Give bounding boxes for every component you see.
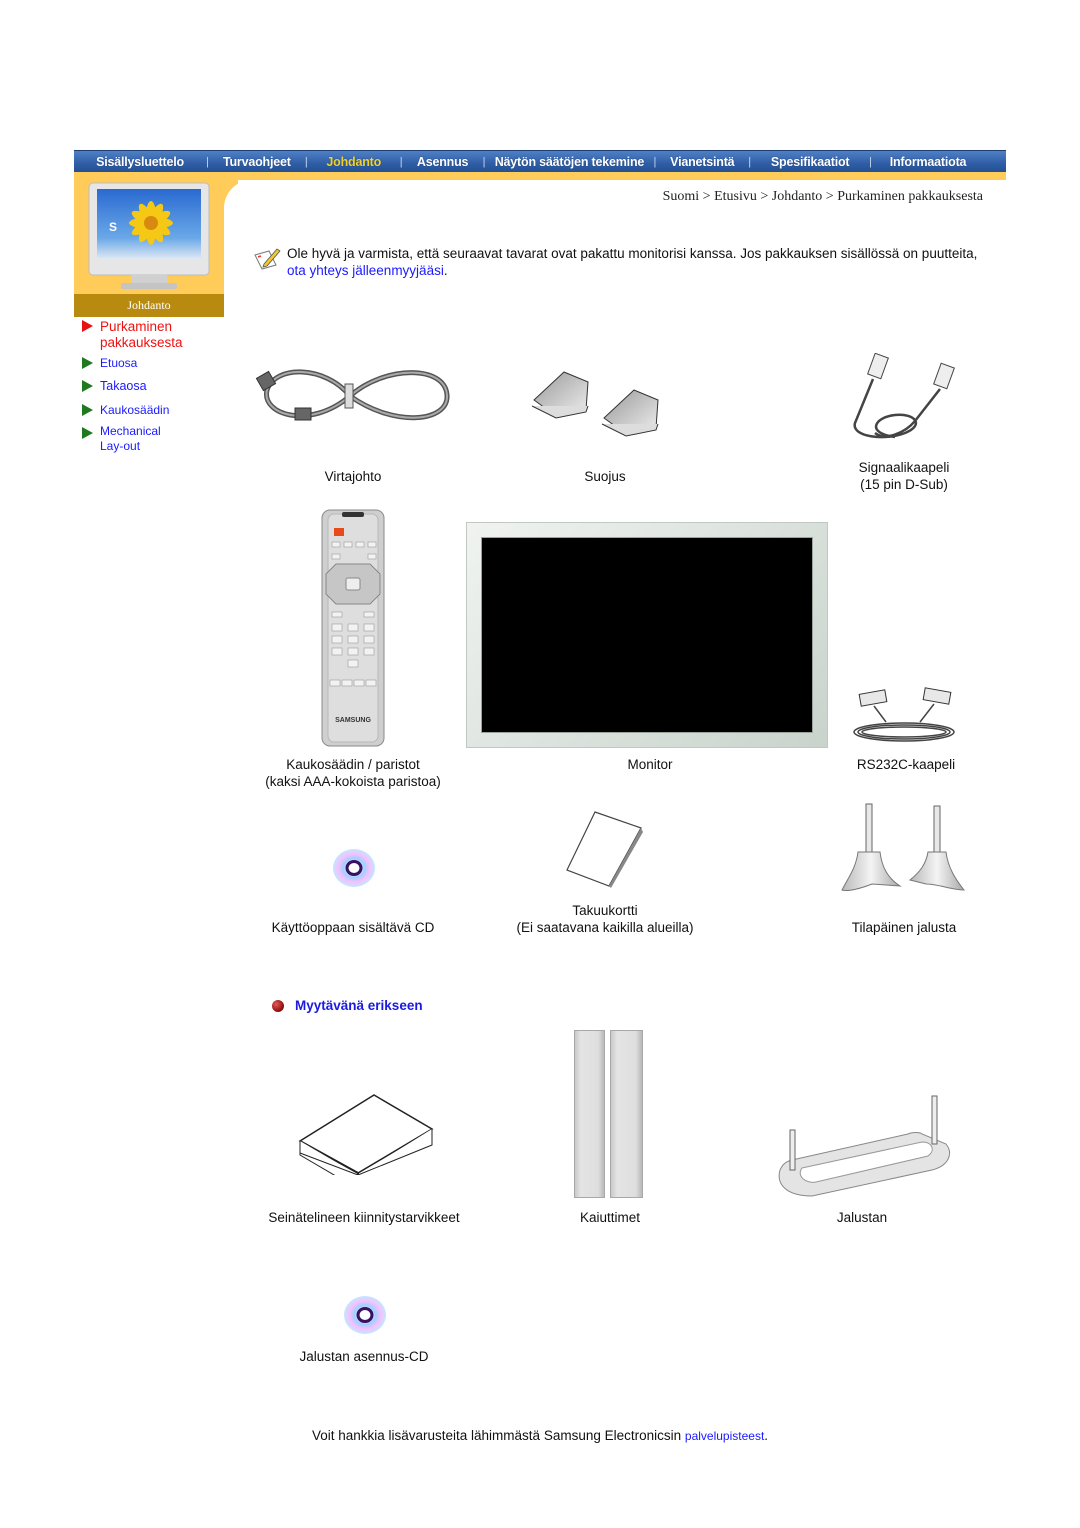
item-label: Signaalikaapeli (15 pin D-Sub) [858,460,950,492]
wall-mount-kit-image [298,1094,434,1175]
note-pencil-icon [254,248,281,270]
orange-band [224,172,1006,180]
footer-note: Voit hankkia lisävarusteita lähimmästä S… [0,1428,1080,1443]
stand-image [778,1095,950,1197]
item-warranty: Takuukortti (Ei saatavana kaikilla aluei… [490,902,720,936]
cd-icon [344,1296,386,1334]
sidebar-link-label: Takaosa [100,379,147,393]
item-temp-stand: Tilapäinen jalusta [829,919,979,936]
section-title: Myytävänä erikseen [295,998,423,1013]
item-label: RS232C-kaapeli [856,757,956,772]
nav-item-vianetsinta[interactable]: Vianetsintä [656,155,748,169]
sidebar-link-takaosa[interactable]: Takaosa [82,379,147,394]
sidebar-link-label: Mechanical Lay-out [100,424,161,453]
nav-item-johdanto[interactable]: Johdanto [308,155,400,169]
item-power-cord: Virtajohto [293,468,413,485]
footer-text: Voit hankkia lisävarusteita lähimmästä S… [311,1428,685,1443]
cover-image [531,371,659,437]
remote-control-image: SAMSUNG [321,509,385,747]
sidebar-caption: Johdanto [74,294,224,317]
monitor-screen [481,537,813,733]
sidebar-link-mechanical-layout[interactable]: Mechanical Lay-out [82,424,180,454]
cd-icon [333,849,375,887]
arrow-right-icon [82,380,93,392]
sidebar-link-label: Kaukosäädin [100,403,170,417]
service-point-link[interactable]: palvelupisteest [685,1429,764,1443]
item-signal-cable: Signaalikaapeli (15 pin D-Sub) [824,459,984,493]
temporary-stand-image [841,803,966,891]
item-label: Virtajohto [324,469,382,484]
item-manual-cd: Käyttöoppaan sisältävä CD [248,919,458,936]
item-label: Jalustan [836,1210,888,1225]
item-label: Käyttöoppaan sisältävä CD [271,920,435,935]
item-label: Monitor [627,757,673,772]
nav-item-naytton-saadot[interactable]: Näytön säätöjen tekemine [485,155,653,169]
item-label: Suojus [584,469,626,484]
item-speakers: Kaiuttimet [550,1209,670,1226]
monitor-illustration: S [88,182,210,289]
nav-item-spesifikaatiot[interactable]: Spesifikaatiot [751,155,869,169]
sidebar-link-etuosa[interactable]: Etuosa [82,356,137,371]
arrow-right-icon [82,357,93,369]
item-label: Seinätelineen kiinnitystarvikkeet [268,1210,460,1225]
sidebar-link-kaukosaadin[interactable]: Kaukosäädin [82,403,169,418]
item-monitor: Monitor [590,756,710,773]
arrow-right-icon [82,427,93,439]
item-wall-mount-kit: Seinätelineen kiinnitystarvikkeet [248,1209,480,1226]
contact-dealer-link[interactable]: ota yhteys jälleenmyyjääsi [287,263,444,278]
bullet-icon [272,999,284,1012]
nav-item-sisallysluettelo[interactable]: Sisällysluettelo [74,155,206,169]
nav-item-asennus[interactable]: Asennus [403,155,483,169]
speaker-right-image [610,1030,643,1198]
sold-separately-heading: Myytävänä erikseen [272,998,423,1013]
item-label: Tilapäinen jalusta [851,920,957,935]
intro-text-end: . [443,263,448,278]
item-label: Kaukosäädin / paristot (kaksi AAA-kokois… [265,757,441,789]
power-cord-image [255,369,450,421]
item-remote: Kaukosäädin / paristot (kaksi AAA-kokois… [248,756,458,790]
speaker-left-image [574,1030,605,1198]
signal-cable-image [853,353,955,439]
item-stand-cd: Jalustan asennus-CD [274,1348,454,1365]
sidebar-link-label: Purkaminen pakkauksesta [100,319,183,350]
nav-item-turvaohjeet[interactable]: Turvaohjeet [209,155,305,169]
svg-text:SAMSUNG: SAMSUNG [335,717,371,724]
breadcrumb: Suomi > Etusivu > Johdanto > Purkaminen … [662,189,983,204]
sidebar-link-purkaminen[interactable]: Purkaminen pakkauksesta [82,319,210,351]
footer-end: . [764,1428,769,1443]
monitor-image [466,522,828,748]
item-cover: Suojus [545,468,665,485]
arrow-right-icon [82,320,93,332]
item-rs232c: RS232C-kaapeli [836,756,976,773]
item-label: Takuukortti (Ei saatavana kaikilla aluei… [516,903,694,935]
intro-text-body: Ole hyvä ja varmista, että seuraavat tav… [287,246,978,261]
top-navigation: Sisällysluettelo | Turvaohjeet | Johdant… [74,150,1006,172]
sidebar-link-label: Etuosa [100,356,138,370]
intro-text: Ole hyvä ja varmista, että seuraavat tav… [287,245,992,279]
item-stand: Jalustan [802,1209,922,1226]
nav-item-informaatiota[interactable]: Informaatiota [872,155,984,169]
arrow-right-icon [82,404,93,416]
svg-text:S: S [109,220,117,234]
rs232c-cable-image [853,687,955,742]
item-label: Kaiuttimet [579,1210,641,1225]
warranty-card-image [566,811,643,888]
intro-note: Ole hyvä ja varmista, että seuraavat tav… [252,245,992,279]
item-label: Jalustan asennus-CD [299,1349,429,1364]
